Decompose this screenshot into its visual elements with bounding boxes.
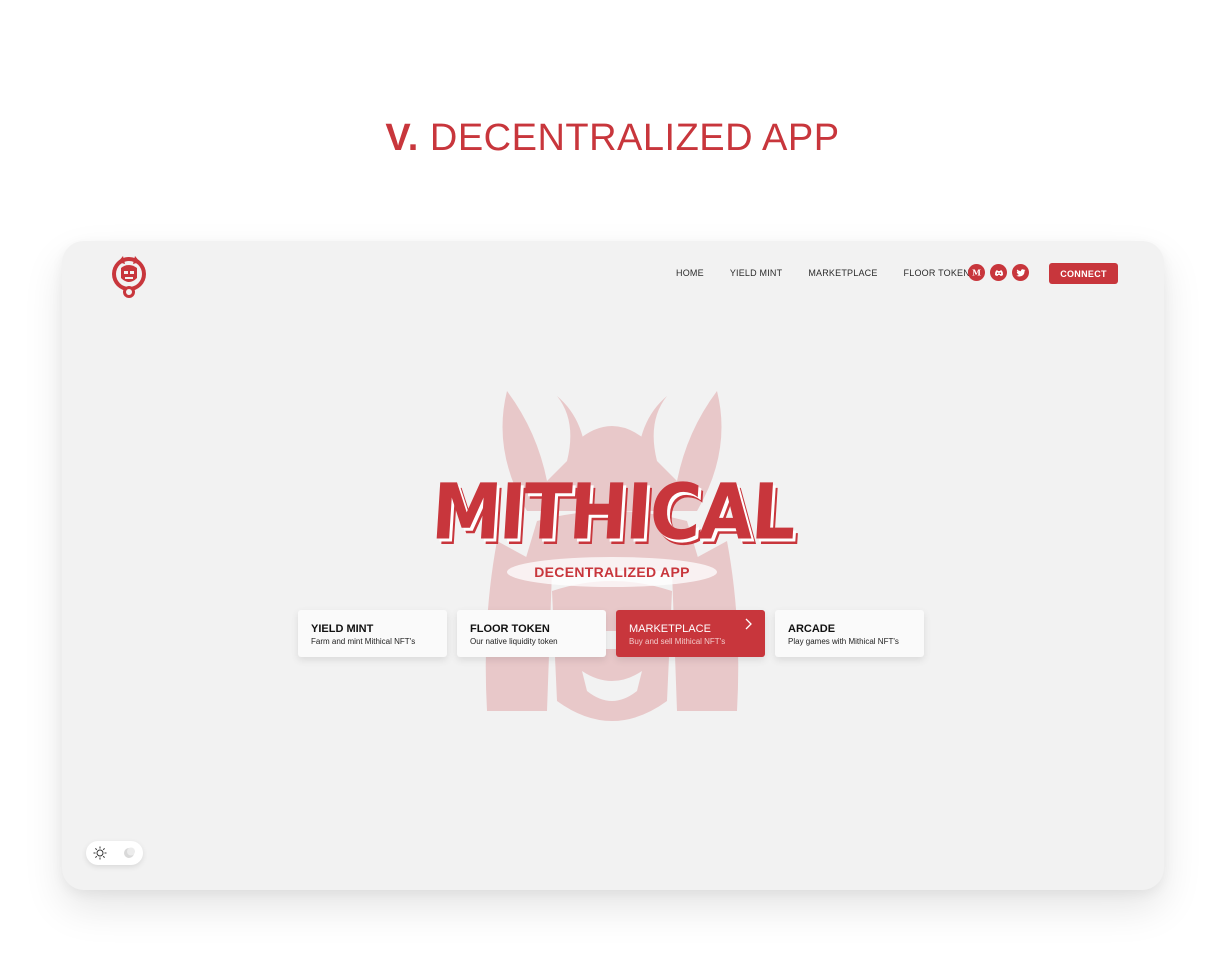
nav-marketplace[interactable]: MARKETPLACE <box>808 268 877 278</box>
app-window: HOME YIELD MINT MARKETPLACE FLOOR TOKEN … <box>62 241 1164 890</box>
discord-icon[interactable] <box>990 264 1007 281</box>
card-title: MARKETPLACE <box>629 623 711 635</box>
card-description: Play games with Mithical NFT's <box>788 637 899 646</box>
moon-icon[interactable] <box>119 843 139 863</box>
card-yield-mint[interactable]: YIELD MINT Farm and mint Mithical NFT's <box>298 610 447 657</box>
nav-yield-mint[interactable]: YIELD MINT <box>730 268 783 278</box>
sun-icon[interactable] <box>90 843 110 863</box>
samurai-logo-icon[interactable] <box>109 252 149 302</box>
chevron-right-icon <box>745 618 752 630</box>
social-links: M <box>968 264 1029 281</box>
svg-text:M: M <box>972 268 981 277</box>
medium-icon[interactable]: M <box>968 264 985 281</box>
card-title: YIELD MINT <box>311 623 374 635</box>
card-description: Our native liquidity token <box>470 637 558 646</box>
card-description: Buy and sell Mithical NFT's <box>629 637 726 646</box>
nav-floor-token[interactable]: FLOOR TOKEN <box>904 268 970 278</box>
card-floor-token[interactable]: FLOOR TOKEN Our native liquidity token <box>457 610 606 657</box>
top-nav: HOME YIELD MINT MARKETPLACE FLOOR TOKEN <box>676 268 970 278</box>
section-heading: V. DECENTRALIZED APP <box>0 117 1225 160</box>
theme-toggle[interactable] <box>86 841 143 865</box>
card-arcade[interactable]: ARCADE Play games with Mithical NFT's <box>775 610 924 657</box>
card-title: FLOOR TOKEN <box>470 623 550 635</box>
twitter-icon[interactable] <box>1012 264 1029 281</box>
card-description: Farm and mint Mithical NFT's <box>311 637 416 646</box>
section-number: V. <box>385 117 419 159</box>
app-cards: YIELD MINT Farm and mint Mithical NFT's … <box>298 610 924 657</box>
card-marketplace[interactable]: MARKETPLACE Buy and sell Mithical NFT's <box>616 610 765 657</box>
card-title: ARCADE <box>788 623 836 635</box>
connect-button[interactable]: CONNECT <box>1049 263 1118 284</box>
hero-subtitle: DECENTRALIZED APP <box>534 564 690 580</box>
section-title: DECENTRALIZED APP <box>429 117 840 159</box>
brand-wordmark: MITHICAL <box>429 466 797 558</box>
nav-home[interactable]: HOME <box>676 268 704 278</box>
subtitle-banner: DECENTRALIZED APP <box>507 557 717 587</box>
